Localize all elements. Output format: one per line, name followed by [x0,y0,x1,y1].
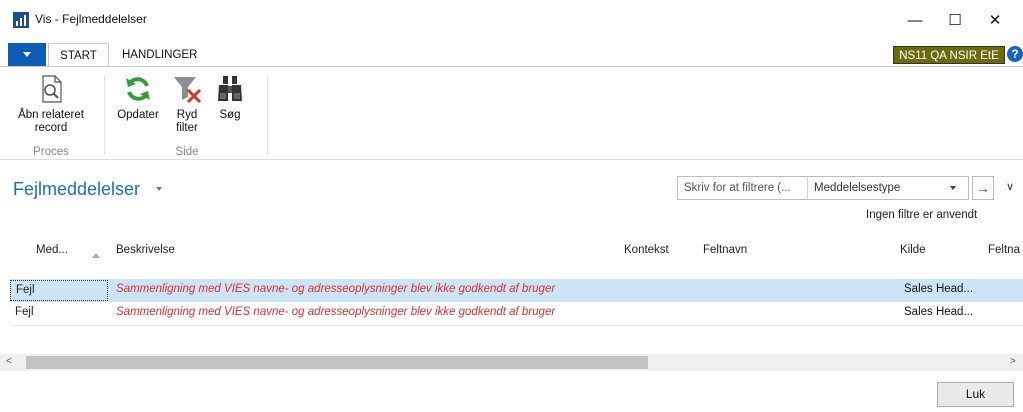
search-label: Søg [219,109,241,121]
title-bar: Vis - Fejlmeddelelser — ☐ ✕ [0,0,1023,42]
cell-description[interactable]: Sammenligning med VIES navne- og adresse… [116,306,555,318]
sort-ascending-icon [92,253,100,258]
chevron-down-icon [23,52,31,57]
group-label-side: Side [175,146,199,158]
filter-apply-button[interactable]: → [972,176,994,200]
column-header-source[interactable]: Kilde [900,244,926,256]
application-menu-button[interactable] [8,43,46,67]
filter-field-select[interactable]: Meddelelsestype [814,177,900,199]
group-divider [267,75,268,155]
row-divider [10,325,1023,326]
window-title: Vis - Fejlmeddelelser [35,12,147,26]
chevron-down-icon[interactable] [156,187,162,191]
open-related-record-label-1: Åbn relateret [18,109,84,121]
filter-status-text: Ingen filtre er anvendt [866,209,978,221]
scroll-left-icon[interactable]: < [6,356,12,367]
column-header-field-name[interactable]: Feltnavn [703,244,747,256]
open-related-record-label-2: record [34,122,68,134]
cell-type[interactable]: Fejl [10,303,108,324]
ribbon-tabs: START HANDLINGER NS11 QA NSIR EtE ? [0,43,1023,67]
app-logo-icon [13,12,29,28]
refresh-button[interactable]: Opdater [112,73,164,122]
open-related-record-button[interactable]: Åbn relateret record [6,73,96,135]
cell-description[interactable]: Sammenligning med VIES navne- og adresse… [116,283,555,295]
page-title[interactable]: Fejlmeddelelser [13,179,140,200]
company-badge: NS11 QA NSIR EtE [893,46,1005,64]
chevron-down-icon[interactable]: ∨ [1006,180,1014,193]
document-search-icon [42,75,62,103]
table-row[interactable]: Fejl Sammenligning med VIES navne- og ad… [10,279,1023,302]
close-window-button[interactable]: ✕ [975,6,1015,36]
clear-filter-label-2: filter [176,122,198,134]
clear-filter-button[interactable]: Ryd filter [166,73,208,135]
filter-bar: Meddelelsestype [677,176,969,200]
search-button[interactable]: Søg [212,73,248,122]
horizontal-scrollbar[interactable]: < > [0,354,1023,371]
chevron-down-icon[interactable] [950,186,956,190]
cell-type[interactable]: Fejl [10,280,108,301]
filter-search-input[interactable] [678,177,808,199]
scroll-right-icon[interactable]: > [1010,356,1016,367]
cell-source[interactable]: Sales Head... [904,306,973,318]
tab-start[interactable]: START [48,43,109,67]
column-header-type[interactable]: Med... [36,244,68,256]
group-divider [104,75,105,155]
binoculars-icon [218,76,242,101]
table-row[interactable]: Fejl Sammenligning med VIES navne- og ad… [10,302,1023,325]
tab-handlinger[interactable]: HANDLINGER [112,43,207,67]
clear-filter-label-1: Ryd [176,109,198,121]
refresh-label: Opdater [117,109,159,121]
column-header-context[interactable]: Kontekst [624,244,669,256]
minimize-button[interactable]: — [895,6,935,36]
refresh-icon [126,77,150,101]
scrollbar-thumb[interactable] [26,356,648,369]
close-button[interactable]: Luk [937,382,1014,407]
help-icon[interactable]: ? [1007,46,1023,62]
maximize-button[interactable]: ☐ [935,6,975,36]
column-header-description[interactable]: Beskrivelse [116,244,175,256]
ribbon: Åbn relateret record Proces Opdater Ryd … [0,66,1023,160]
clear-filter-icon [174,77,202,104]
group-label-proces: Proces [33,146,69,158]
column-header-field-name-2[interactable]: Feltna [988,244,1020,256]
cell-source[interactable]: Sales Head... [904,283,973,295]
